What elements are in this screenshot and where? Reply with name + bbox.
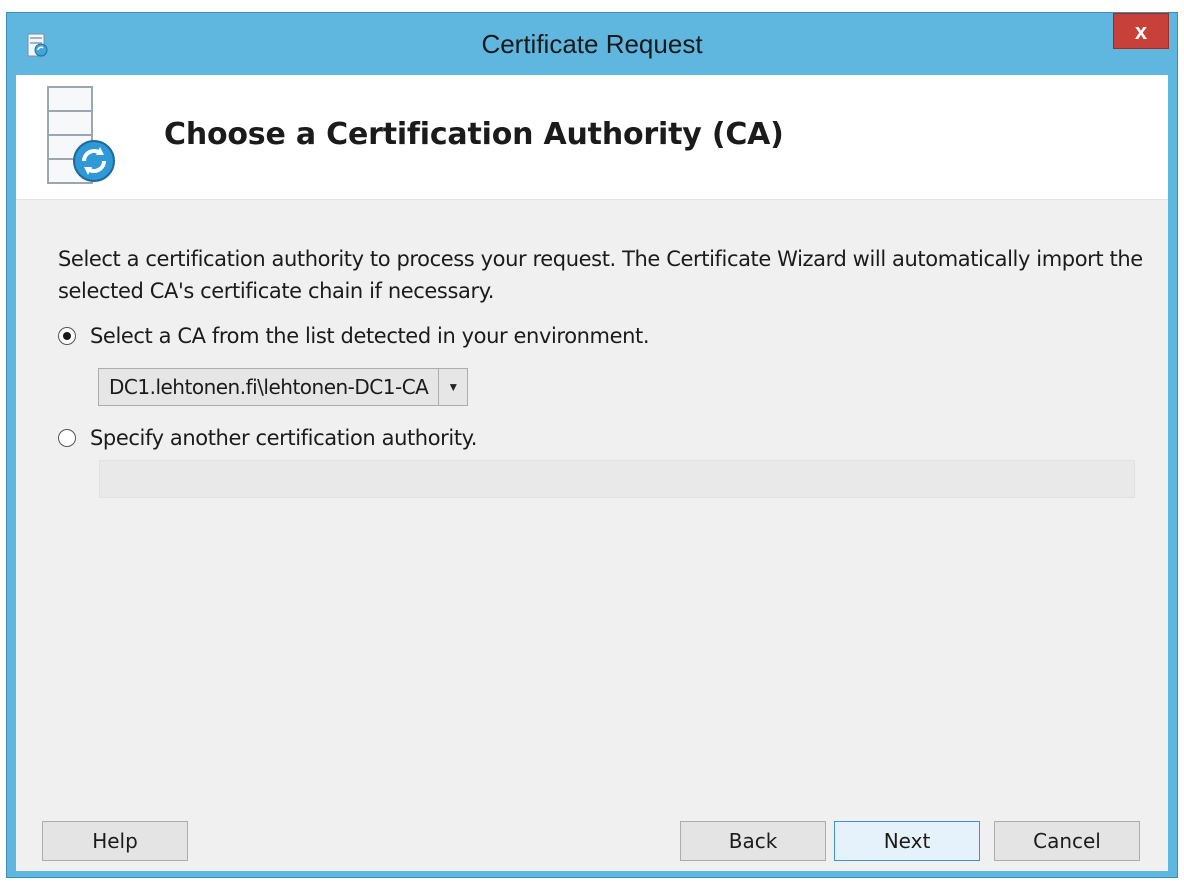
chevron-down-icon[interactable]: ▼	[439, 369, 467, 405]
option-other-ca[interactable]: Specify another certification authority.	[58, 423, 477, 453]
instructions-text: Select a certification authority to proc…	[58, 247, 1143, 303]
back-button[interactable]: Back	[680, 821, 826, 861]
certificate-wizard-icon	[47, 86, 115, 184]
other-ca-radio[interactable]	[58, 429, 76, 447]
close-button[interactable]: x	[1113, 13, 1169, 49]
detected-ca-label[interactable]: Select a CA from the list detected in yo…	[90, 324, 650, 348]
next-button[interactable]: Next	[834, 821, 980, 861]
close-icon: x	[1134, 19, 1148, 44]
screen: Certificate Request x Choose a Certifica…	[0, 0, 1184, 884]
page-title: Choose a Certification Authority (CA)	[164, 117, 784, 152]
option-detected-ca[interactable]: Select a CA from the list detected in yo…	[58, 321, 650, 351]
detected-ca-radio[interactable]	[58, 327, 76, 345]
ca-select-dropdown[interactable]: DC1.lehtonen.fi\lehtonen-DC1-CA ▼	[98, 368, 469, 406]
help-button[interactable]: Help	[42, 821, 188, 861]
other-ca-input[interactable]	[99, 460, 1135, 498]
window-title: Certificate Request	[481, 29, 703, 59]
ca-select-value: DC1.lehtonen.fi\lehtonen-DC1-CA	[99, 369, 440, 405]
wizard-header: Choose a Certification Authority (CA)	[16, 75, 1168, 200]
dialog-client-area: Choose a Certification Authority (CA) Se…	[16, 75, 1168, 871]
cancel-button[interactable]: Cancel	[994, 821, 1140, 861]
certificate-request-dialog: Certificate Request x Choose a Certifica…	[6, 12, 1178, 878]
title-bar[interactable]: Certificate Request x	[7, 13, 1177, 75]
other-ca-label[interactable]: Specify another certification authority.	[90, 426, 477, 450]
